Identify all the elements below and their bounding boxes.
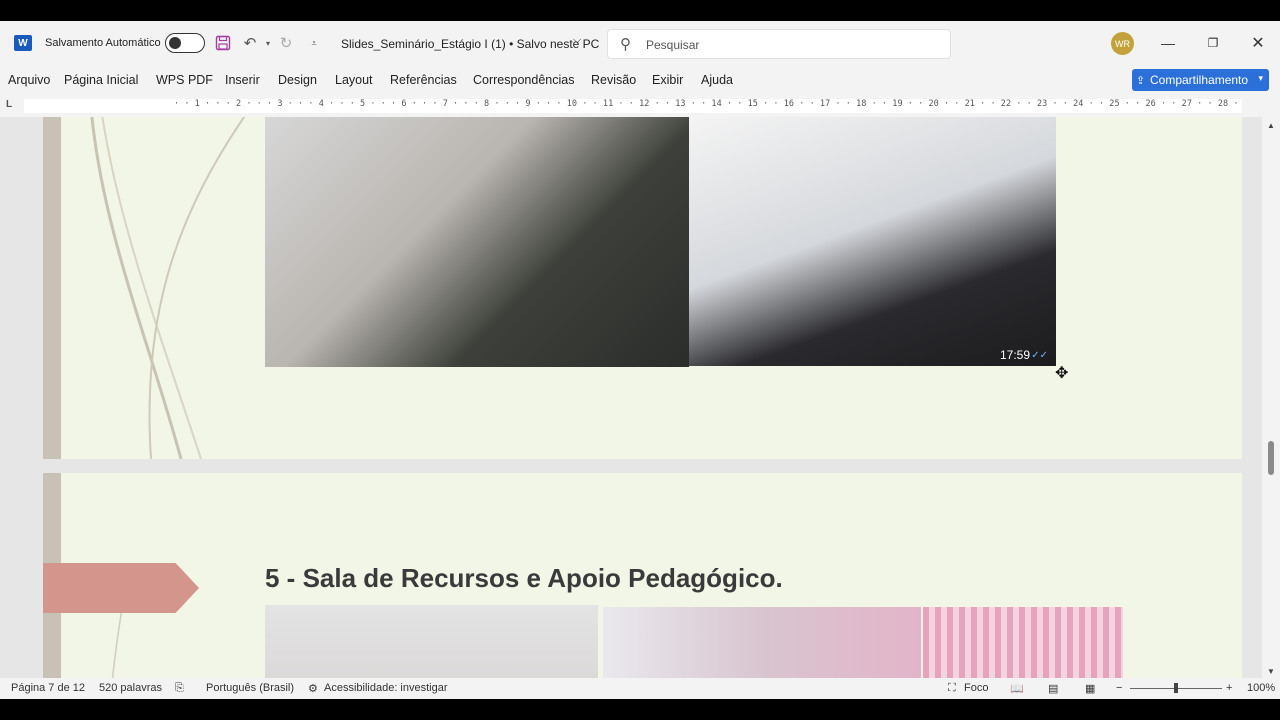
print-layout-icon[interactable]: ▤ <box>1048 682 1058 695</box>
chevron-down-icon[interactable]: ▾ <box>1258 73 1263 84</box>
search-box[interactable]: ⚲ Pesquisar <box>607 29 951 59</box>
status-bar: Página 7 de 12 520 palavras ⎘ Português … <box>0 678 1280 699</box>
horizontal-ruler[interactable]: L · · 1 · · · 2 · · · 3 · · · 4 · · · 5 … <box>0 95 1280 117</box>
save-icon[interactable] <box>213 33 233 53</box>
search-input[interactable]: Pesquisar <box>646 38 699 52</box>
scroll-up-icon[interactable]: ▲ <box>1267 121 1275 130</box>
decorative-swoosh-icon <box>90 117 246 459</box>
page-side-band <box>43 117 61 459</box>
title-bar: W Salvamento Automático ↶ ▾ ↻ ⩡ Slides_S… <box>0 21 1280 67</box>
tab-arquivo[interactable]: Arquivo <box>8 73 50 87</box>
tab-inserir[interactable]: Inserir <box>225 73 260 87</box>
scroll-down-icon[interactable]: ▼ <box>1267 667 1275 676</box>
share-icon: ⇪ <box>1136 74 1146 87</box>
minimize-button[interactable]: — <box>1153 31 1183 55</box>
chevron-down-icon[interactable]: ⌵ <box>573 34 581 47</box>
restore-button[interactable]: ❐ <box>1198 31 1228 55</box>
tab-design[interactable]: Design <box>278 73 317 87</box>
read-mode-icon[interactable]: 📖 <box>1010 682 1024 695</box>
search-icon: ⚲ <box>620 36 631 53</box>
photo-curtains[interactable] <box>923 607 1123 678</box>
tab-layout[interactable]: Layout <box>335 73 373 87</box>
page-slide-previous[interactable]: 17:59 ✓✓ <box>43 117 1242 459</box>
share-button[interactable]: ⇪ Compartilhamento ▾ <box>1132 69 1269 91</box>
redo-icon[interactable]: ↻ <box>276 33 296 53</box>
toggle-knob <box>169 37 181 49</box>
avatar[interactable]: WR <box>1111 32 1134 55</box>
photo-timestamp: 17:59 <box>999 348 1030 362</box>
double-check-icon: ✓✓ <box>1031 350 1048 361</box>
accessibility-icon: ⚙ <box>308 683 318 695</box>
document-title[interactable]: Slides_Seminário_Estágio I (1) • Salvo n… <box>341 37 599 51</box>
tab-correspondencias[interactable]: Correspondências <box>473 73 574 87</box>
photo-classroom[interactable]: 17:59 ✓✓ <box>689 117 1056 366</box>
ribbon-tabs: Arquivo Página Inicial WPS PDF Inserir D… <box>0 67 1280 95</box>
focus-icon: ⛶ <box>948 682 956 694</box>
customize-toolbar-icon[interactable]: ⩡ <box>304 33 324 53</box>
tab-revisao[interactable]: Revisão <box>591 73 636 87</box>
web-layout-icon[interactable]: ▦ <box>1085 682 1095 695</box>
share-label: Compartilhamento <box>1150 73 1249 87</box>
tab-wps-pdf[interactable]: WPS PDF <box>156 73 213 87</box>
zoom-slider-thumb[interactable] <box>1174 683 1178 693</box>
vertical-scrollbar[interactable]: ▲ ▼ <box>1262 117 1280 678</box>
arrow-shape[interactable] <box>43 563 199 613</box>
scrollbar-thumb[interactable] <box>1268 441 1274 475</box>
ruler-labels: · · 1 · · · 2 · · · 3 · · · 4 · · · 5 · … <box>174 99 1242 109</box>
section-heading[interactable]: 5 - Sala de Recursos e Apoio Pedagógico. <box>265 563 783 594</box>
focus-button[interactable]: Foco <box>964 682 988 694</box>
ruler-strip: · · 1 · · · 2 · · · 3 · · · 4 · · · 5 · … <box>24 99 1242 113</box>
language-indicator[interactable]: Português (Brasil) <box>206 682 294 694</box>
accessibility-status[interactable]: Acessibilidade: investigar <box>324 682 448 694</box>
page-slide-current[interactable]: 5 - Sala de Recursos e Apoio Pedagógico. <box>43 473 1242 678</box>
undo-dropdown-icon[interactable]: ▾ <box>258 33 278 53</box>
tab-exibir[interactable]: Exibir <box>652 73 683 87</box>
word-window: W Salvamento Automático ↶ ▾ ↻ ⩡ Slides_S… <box>0 21 1280 699</box>
autosave-toggle[interactable] <box>165 33 205 53</box>
zoom-level[interactable]: 100% <box>1247 682 1275 694</box>
move-cursor-icon: ✥ <box>1055 365 1069 382</box>
tab-pagina-inicial[interactable]: Página Inicial <box>64 73 138 87</box>
photo-teacher[interactable] <box>603 607 921 678</box>
close-button[interactable]: ✕ <box>1243 31 1273 55</box>
photo-resource-room[interactable] <box>265 605 598 678</box>
tab-ajuda[interactable]: Ajuda <box>701 73 733 87</box>
photo-selfie-group[interactable] <box>265 117 689 367</box>
undo-icon[interactable]: ↶ <box>240 33 260 53</box>
page-count[interactable]: Página 7 de 12 <box>11 682 85 694</box>
zoom-out-icon[interactable]: − <box>1116 682 1122 694</box>
autosave-label: Salvamento Automático <box>45 37 161 49</box>
document-canvas[interactable]: 17:59 ✓✓ 5 - Sala de Recursos e Apoio Pe… <box>0 117 1280 678</box>
tab-selector-icon[interactable]: L <box>6 99 12 110</box>
word-logo-icon: W <box>14 35 32 51</box>
zoom-in-icon[interactable]: + <box>1226 682 1232 694</box>
proofing-icon[interactable]: ⎘ <box>175 682 184 695</box>
word-count[interactable]: 520 palavras <box>99 682 162 694</box>
tab-referencias[interactable]: Referências <box>390 73 457 87</box>
